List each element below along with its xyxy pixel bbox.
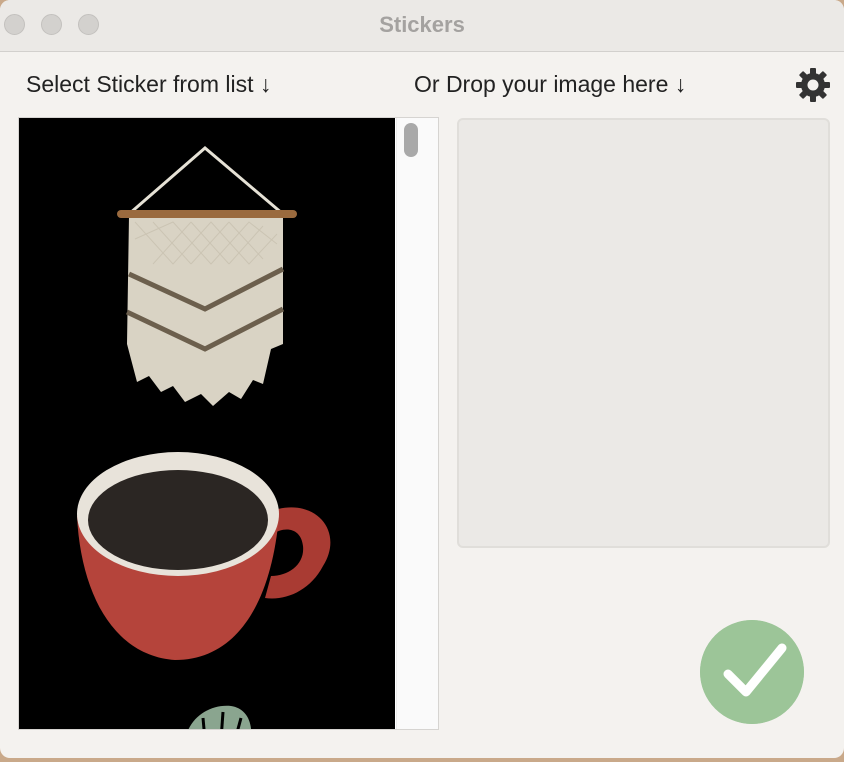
select-sticker-label: Select Sticker from list ↓ [26, 71, 272, 97]
sticker-list-scrollbar[interactable] [396, 118, 438, 729]
title-bar: Stickers [0, 0, 844, 52]
sticker-coffee-cup[interactable] [75, 446, 339, 666]
sticker-monstera-leaf[interactable] [175, 700, 255, 730]
desktop-background [0, 758, 844, 762]
drop-image-label: Or Drop your image here ↓ [414, 71, 687, 97]
sticker-list[interactable] [18, 117, 439, 730]
image-drop-zone[interactable] [457, 118, 830, 548]
sticker-wall-hanging[interactable] [113, 144, 299, 406]
scrollbar-thumb[interactable] [404, 123, 418, 157]
stickers-window: Stickers Select Sticker from list ↓ Or D… [0, 0, 844, 758]
gear-icon[interactable] [794, 66, 832, 104]
window-title: Stickers [379, 12, 465, 37]
confirm-button[interactable] [700, 620, 804, 724]
sticker-list-content[interactable] [19, 118, 395, 729]
